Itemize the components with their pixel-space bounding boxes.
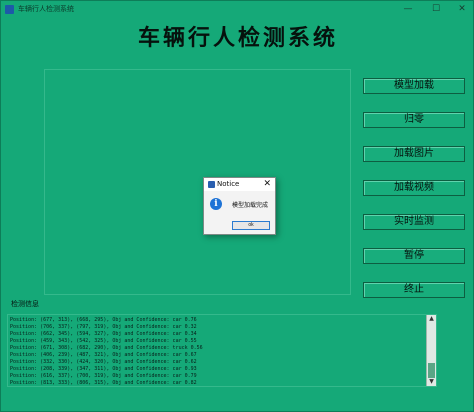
log-line: Position: (208, 339), (347, 311), Obj an… xyxy=(10,366,197,372)
load-video-button[interactable]: 加载视频 xyxy=(363,180,465,196)
dialog-body: i 模型加载完成 ok xyxy=(204,191,275,234)
page-title: 车辆行人检测系统 xyxy=(137,25,338,51)
info-icon: i xyxy=(210,198,222,210)
close-button[interactable]: ✕ xyxy=(449,1,473,17)
log-line: Position: (813, 333), (806, 315), Obj an… xyxy=(10,380,197,386)
app-window: 车辆行人检测系统 — ☐ ✕ 车辆行人检测系统 模型加载 归零 加载图片 加载视… xyxy=(0,0,474,412)
log-line: Position: (671, 308), (682, 290), Obj an… xyxy=(10,345,203,351)
reset-button[interactable]: 归零 xyxy=(363,112,465,128)
log-section-label: 检测信息 xyxy=(11,300,39,308)
dialog-title: Notice xyxy=(217,180,240,188)
dialog-message: 模型加载完成 xyxy=(232,202,269,209)
load-model-button[interactable]: 模型加载 xyxy=(363,78,465,94)
log-line: Position: (616, 337), (700, 319), Obj an… xyxy=(10,373,197,379)
log-line: Position: (406, 239), (487, 321), Obj an… xyxy=(10,352,197,358)
load-image-button[interactable]: 加载图片 xyxy=(363,146,465,162)
minimize-button[interactable]: — xyxy=(395,1,421,17)
dialog-title-bar[interactable]: Notice ✕ xyxy=(204,178,275,191)
log-line: Position: (677, 313), (668, 295), Obj an… xyxy=(10,317,197,323)
maximize-button[interactable]: ☐ xyxy=(423,1,449,17)
notice-dialog: Notice ✕ i 模型加载完成 ok xyxy=(203,177,276,235)
scroll-thumb[interactable] xyxy=(428,363,435,378)
log-line: Position: (706, 337), (797, 319), Obj an… xyxy=(10,324,197,330)
ok-button[interactable]: ok xyxy=(232,221,270,230)
log-line: Position: (662, 345), (594, 327), Obj an… xyxy=(10,331,197,337)
scroll-down-icon[interactable]: ▼ xyxy=(427,378,436,386)
log-line: Position: (459, 343), (542, 325), Obj an… xyxy=(10,338,197,344)
scroll-up-icon[interactable]: ▲ xyxy=(427,315,436,323)
title-bar[interactable]: 车辆行人检测系统 — ☐ ✕ xyxy=(1,1,473,18)
pause-button[interactable]: 暂停 xyxy=(363,248,465,264)
dialog-close-icon[interactable]: ✕ xyxy=(263,179,271,190)
stop-button[interactable]: 终止 xyxy=(363,282,465,298)
log-scrollbar[interactable]: ▲ ▼ xyxy=(426,315,436,386)
window-title: 车辆行人检测系统 xyxy=(18,5,74,13)
realtime-monitor-button[interactable]: 实时监测 xyxy=(363,214,465,230)
detection-log[interactable]: Position: (677, 313), (668, 295), Obj an… xyxy=(7,314,437,387)
app-icon xyxy=(5,5,14,14)
dialog-app-icon xyxy=(208,181,215,188)
log-lines: Position: (677, 313), (668, 295), Obj an… xyxy=(10,317,425,386)
log-line: Position: (332, 330), (424, 320), Obj an… xyxy=(10,359,197,365)
video-display-area xyxy=(44,69,351,295)
